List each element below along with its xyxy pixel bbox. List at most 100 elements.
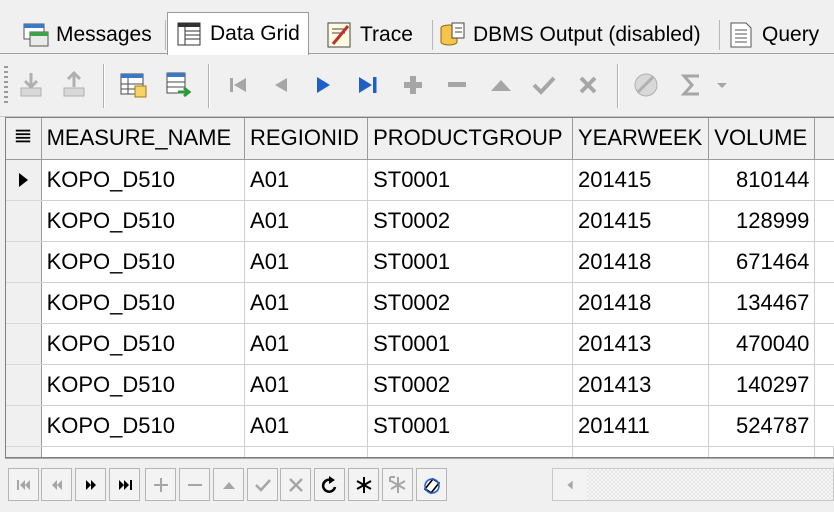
table-row[interactable]: KOPO_D510 A01 ST0001 201418 671464 [6, 241, 834, 283]
data-grid[interactable]: MEASURE_NAME REGIONID PRODUCTGROUP YEARW… [5, 117, 834, 458]
cell-regionid[interactable]: A01 [244, 241, 369, 283]
bookmark-star-icon [388, 475, 405, 493]
tab-data-grid[interactable]: Data Grid [167, 12, 309, 55]
row-indicator[interactable] [6, 241, 42, 283]
column-header-productgroup[interactable]: PRODUCTGROUP [367, 118, 573, 160]
table-row[interactable]: KOPO_D510 A01 ST0001 201411 524787 [6, 405, 834, 447]
table-row[interactable]: KOPO_D510 A01 ST0002 201413 140297 [6, 364, 834, 406]
cell-measure-name[interactable]: KOPO_D510 [41, 200, 246, 242]
column-header-volume[interactable]: VOLUME [708, 118, 816, 160]
delete-record-button[interactable] [441, 69, 473, 101]
cell-yearweek[interactable]: 201413 [572, 364, 710, 406]
aggregate-button[interactable] [676, 69, 708, 101]
toolbar-grip[interactable] [4, 66, 8, 106]
row-indicator[interactable] [6, 282, 42, 324]
cell-productgroup[interactable]: ST0001 [367, 241, 573, 283]
nav-next-page-button[interactable] [75, 468, 106, 501]
export-grid-button[interactable] [163, 69, 195, 101]
row-indicator[interactable] [6, 405, 42, 447]
cell-productgroup[interactable]: ST0001 [367, 159, 573, 201]
prior-record-button[interactable] [265, 69, 297, 101]
triangle-up-icon [491, 80, 511, 91]
table-row[interactable]: KOPO_D510 A01 ST0002 201415 128999 [6, 200, 834, 242]
aggregate-dropdown[interactable] [712, 69, 732, 101]
cell-regionid[interactable]: A01 [244, 405, 369, 447]
cell-regionid[interactable]: A01 [244, 159, 369, 201]
export-button[interactable] [58, 69, 90, 101]
cell-measure-name[interactable]: KOPO_D510 [41, 241, 246, 283]
last-record-button[interactable] [352, 69, 384, 101]
cell-productgroup[interactable]: ST0002 [367, 200, 573, 242]
grid-view-button[interactable] [118, 69, 150, 101]
cell-yearweek[interactable]: 201413 [572, 323, 710, 365]
tab-query[interactable]: Query [726, 16, 819, 54]
tab-trace[interactable]: Trace [324, 16, 413, 54]
nav-last-button[interactable] [109, 468, 140, 501]
tab-dbms-output[interactable]: DBMS Output (disabled) [437, 16, 701, 54]
nav-first-button[interactable] [8, 468, 39, 501]
nav-set-bookmark-button[interactable] [348, 468, 379, 501]
scroll-left-button[interactable] [553, 469, 587, 500]
cell-productgroup[interactable]: ST0002 [367, 282, 573, 324]
row-indicator[interactable] [6, 323, 42, 365]
column-header-yearweek[interactable]: YEARWEEK [572, 118, 710, 160]
nav-clear-button[interactable] [416, 468, 447, 501]
next-record-button[interactable] [307, 69, 339, 101]
row-indicator[interactable] [6, 200, 42, 242]
row-indicator[interactable] [6, 364, 42, 406]
cell-measure-name[interactable]: KOPO_D510 [41, 405, 246, 447]
next-record-icon [317, 77, 330, 93]
cell-regionid[interactable]: A01 [244, 200, 369, 242]
record-navigator [5, 458, 834, 509]
cell-yearweek[interactable]: 201411 [572, 405, 710, 447]
clear-button[interactable] [630, 69, 662, 101]
tab-messages[interactable]: Messages [20, 16, 152, 54]
post-record-button[interactable] [528, 69, 560, 101]
first-record-button[interactable] [222, 69, 254, 101]
cell-productgroup[interactable]: ST0001 [367, 323, 573, 365]
minus-icon [448, 82, 466, 87]
nav-insert-button[interactable] [145, 468, 176, 501]
cell-volume[interactable]: 524787 [708, 405, 816, 447]
table-row[interactable]: KOPO_D510 A01 ST0002 201418 134467 [6, 282, 834, 324]
cell-productgroup[interactable]: ST0002 [367, 364, 573, 406]
cell-volume[interactable]: 671464 [708, 241, 816, 283]
cell-measure-name[interactable]: KOPO_D510 [41, 323, 246, 365]
nav-cancel-button[interactable] [280, 468, 311, 501]
cell-volume[interactable]: 134467 [708, 282, 816, 324]
row-indicator[interactable] [6, 159, 42, 201]
cell-yearweek[interactable]: 201415 [572, 159, 710, 201]
cell-yearweek[interactable]: 201415 [572, 200, 710, 242]
horizontal-scrollbar[interactable] [552, 468, 834, 501]
table-row[interactable]: KOPO_D510 A01 ST0001 201415 810144 [6, 159, 834, 201]
nav-refresh-button[interactable] [314, 468, 345, 501]
nav-post-button[interactable] [247, 468, 278, 501]
cell-measure-name[interactable]: KOPO_D510 [41, 282, 246, 324]
insert-record-button[interactable] [397, 69, 429, 101]
nav-prior-page-button[interactable] [41, 468, 72, 501]
table-row[interactable]: KOPO_D510 A01 ST0001 201413 470040 [6, 323, 834, 365]
cell-productgroup[interactable]: ST0001 [367, 405, 573, 447]
column-header-regionid[interactable]: REGIONID [244, 118, 369, 160]
column-header-measure-name[interactable]: MEASURE_NAME [41, 118, 246, 160]
cell-yearweek[interactable]: 201418 [572, 241, 710, 283]
cell-volume[interactable]: 810144 [708, 159, 816, 201]
nav-goto-bookmark-button[interactable] [382, 468, 413, 501]
select-all-cell[interactable] [6, 118, 42, 160]
cell-regionid[interactable]: A01 [244, 323, 369, 365]
cell-measure-name[interactable]: KOPO_D510 [41, 364, 246, 406]
nav-edit-button[interactable] [213, 468, 244, 501]
import-button[interactable] [15, 69, 47, 101]
scroll-track[interactable] [587, 469, 833, 500]
edit-record-button[interactable] [485, 69, 517, 101]
cell-regionid[interactable]: A01 [244, 282, 369, 324]
nav-delete-button[interactable] [179, 468, 210, 501]
cancel-record-button[interactable] [572, 69, 604, 101]
cell-volume[interactable]: 128999 [708, 200, 816, 242]
next-page-icon [85, 479, 96, 490]
cell-measure-name[interactable]: KOPO_D510 [41, 159, 246, 201]
cell-regionid[interactable]: A01 [244, 364, 369, 406]
cell-volume[interactable]: 140297 [708, 364, 816, 406]
cell-volume[interactable]: 470040 [708, 323, 816, 365]
cell-yearweek[interactable]: 201418 [572, 282, 710, 324]
